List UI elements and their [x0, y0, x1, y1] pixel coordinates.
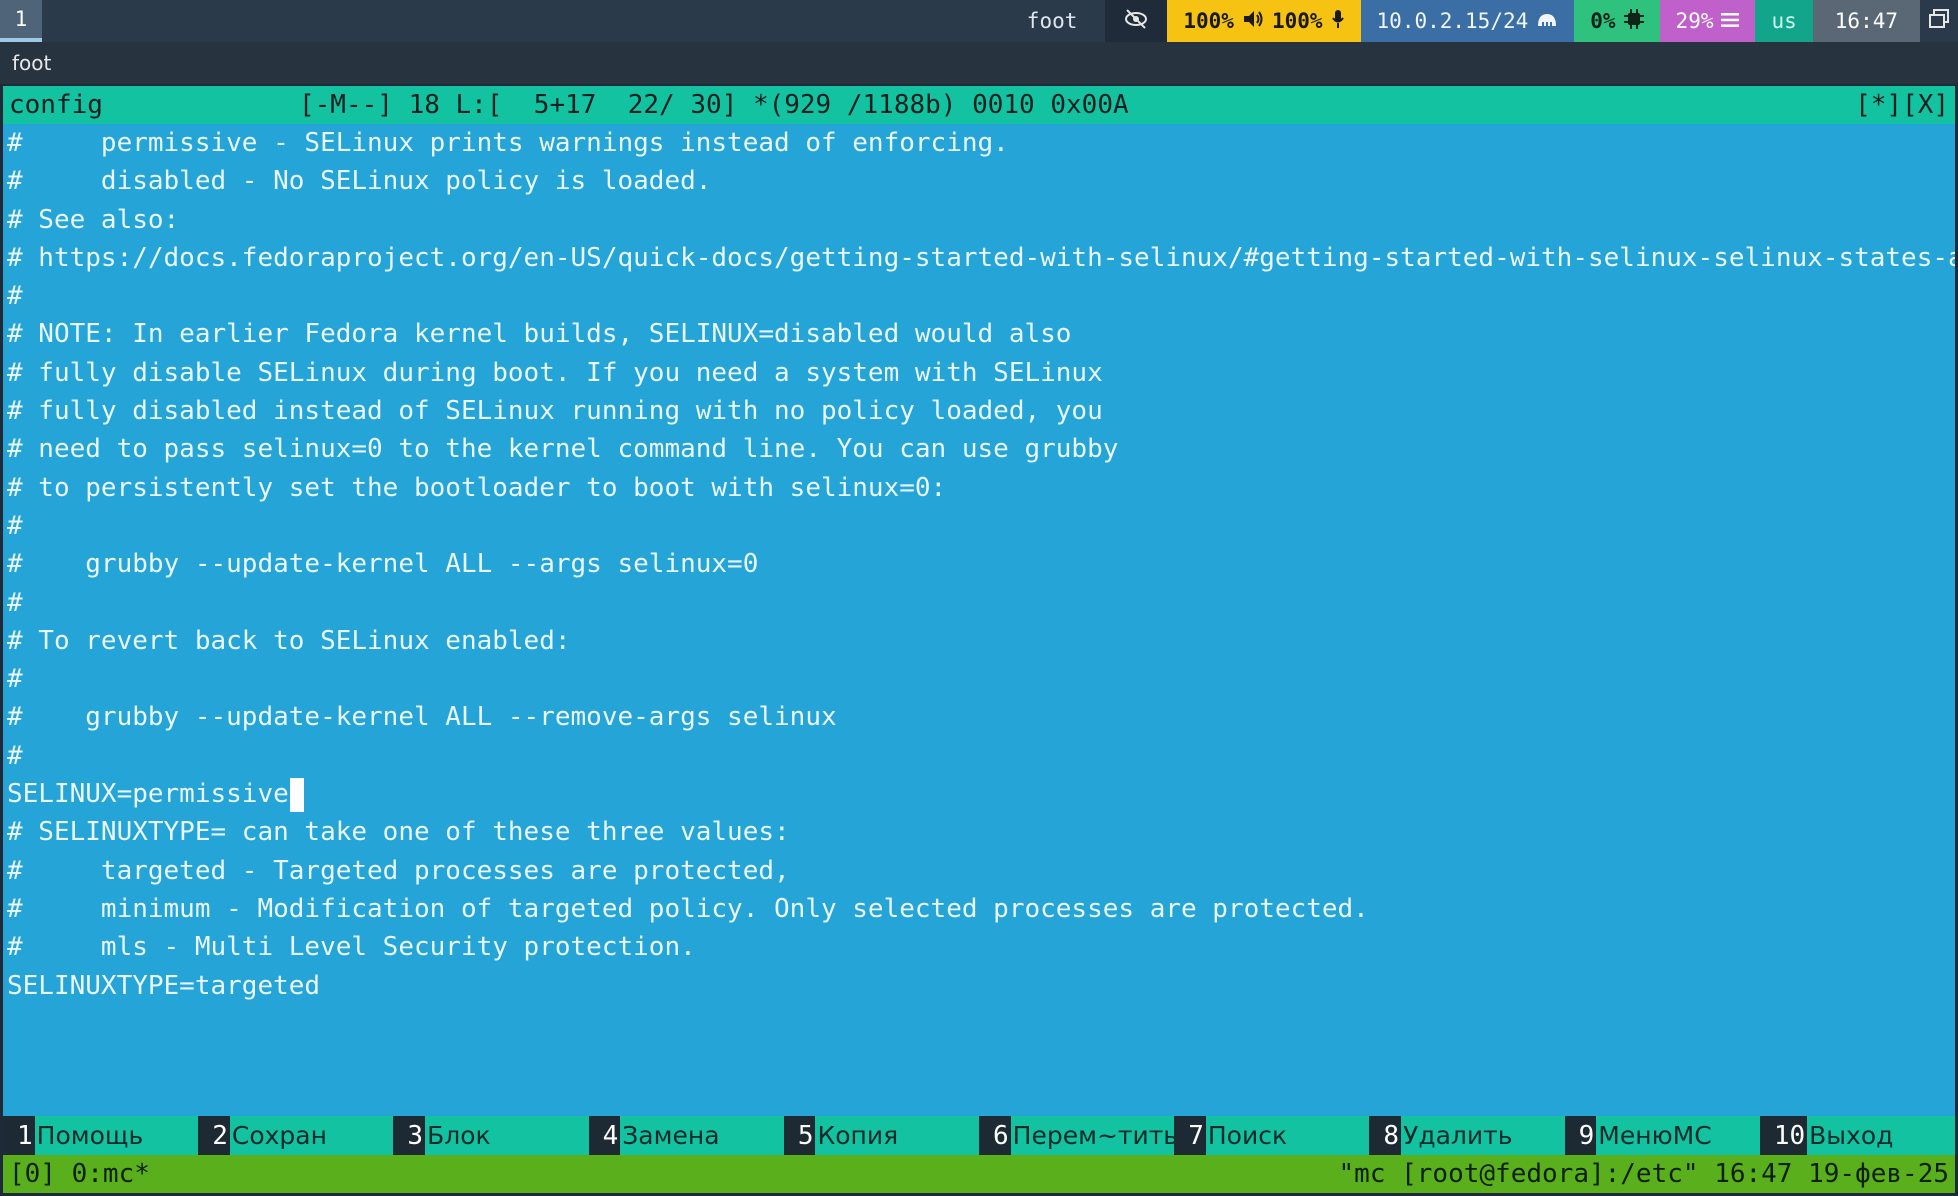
workspace-button[interactable]: 1	[0, 0, 42, 42]
editor-text-area[interactable]: # permissive - SELinux prints warnings i…	[7, 124, 1955, 1124]
clock[interactable]: 16:47	[1812, 0, 1920, 42]
mic-level: 100%	[1271, 9, 1323, 33]
f9-menu-button[interactable]: 9 МенюMC	[1564, 1116, 1760, 1155]
memory-bars-icon	[1721, 9, 1740, 33]
terminal[interactable]: config [-M--] 18 L:[ 5+17 22/ 30] *(929 …	[3, 86, 1955, 1193]
fkey-number: 8	[1369, 1116, 1402, 1155]
fkey-label: Удалить	[1403, 1121, 1513, 1150]
fkey-number: 10	[1759, 1116, 1808, 1155]
audio-block[interactable]: 100% 100%	[1167, 0, 1361, 42]
keyboard-layout[interactable]: us	[1755, 0, 1813, 42]
editor-line[interactable]: # fully disable SELinux during boot. If …	[7, 354, 1955, 392]
speaker-icon	[1242, 9, 1264, 34]
cpu-usage: 0%	[1590, 9, 1616, 33]
fkey-number: 5	[783, 1116, 816, 1155]
editor-line[interactable]: # mls - Multi Level Security protection.	[7, 928, 1955, 966]
editor-line[interactable]: # targeted - Targeted processes are prot…	[7, 852, 1955, 890]
editor-line[interactable]: # disabled - No SELinux policy is loaded…	[7, 162, 1955, 200]
editor-filename: config	[9, 90, 103, 120]
keyboard-layout-text: us	[1771, 9, 1797, 33]
bar-spacer	[42, 0, 999, 42]
privacy-indicator[interactable]	[1105, 0, 1168, 42]
fkey-number: 2	[198, 1116, 230, 1155]
fkey-label: Блок	[427, 1121, 491, 1150]
f4-replace-button[interactable]: 4 Замена	[588, 1116, 784, 1155]
eye-slash-icon	[1123, 8, 1149, 35]
editor-line[interactable]: # grubby --update-kernel ALL --args seli…	[7, 545, 1955, 583]
volume-level: 100%	[1183, 9, 1234, 33]
editor-line[interactable]: # fully disabled instead of SELinux runn…	[7, 392, 1955, 430]
terminal-window-title: foot	[0, 42, 1958, 84]
fkey-label: Перем~тить	[1012, 1121, 1175, 1150]
f3-block-button[interactable]: 3 Блок	[393, 1116, 588, 1155]
editor-line[interactable]: # need to pass selinux=0 to the kernel c…	[7, 430, 1955, 468]
workspace-number: 1	[14, 7, 28, 31]
terminal-title-text: foot	[12, 51, 52, 75]
f7-search-button[interactable]: 7 Поиск	[1174, 1116, 1369, 1155]
f10-exit-button[interactable]: 10 Выход	[1759, 1116, 1955, 1155]
editor-line[interactable]: SELINUXTYPE=targeted	[7, 967, 1955, 1005]
ip-address: 10.0.2.15/24	[1376, 9, 1529, 33]
top-bar: 1 foot 100% 100% 10.0.2.15/24 0% 29% us	[0, 0, 1958, 42]
editor-line[interactable]: #	[7, 737, 1955, 775]
editor-line[interactable]: # permissive - SELinux prints warnings i…	[7, 124, 1955, 162]
f2-save-button[interactable]: 2 Сохран	[198, 1116, 393, 1155]
editor-line[interactable]: # To revert back to SELinux enabled:	[7, 622, 1955, 660]
editor-line[interactable]: # to persistently set the bootloader to …	[7, 469, 1955, 507]
editor-line[interactable]: #	[7, 277, 1955, 315]
editor-line[interactable]: #	[7, 660, 1955, 698]
tmux-status-bar: [0] 0:mc* "mc [root@fedora]:/etc" 16:47 …	[3, 1155, 1955, 1193]
fkey-number: 1	[3, 1116, 35, 1155]
ethernet-icon	[1536, 9, 1558, 33]
editor-position-info: [-M--] 18 L:[ 5+17 22/ 30] *(929 /1188b)…	[299, 90, 1129, 120]
window-stack-icon	[1928, 8, 1950, 34]
clock-text: 16:47	[1834, 9, 1898, 33]
fkey-number: 4	[588, 1116, 621, 1155]
editor-line[interactable]: #	[7, 507, 1955, 545]
fkey-label: Помощь	[36, 1121, 144, 1150]
f8-delete-button[interactable]: 8 Удалить	[1369, 1116, 1564, 1155]
window-title-text: foot	[1026, 9, 1078, 33]
editor-status-line: config [-M--] 18 L:[ 5+17 22/ 30] *(929 …	[3, 86, 1955, 124]
fkey-number: 9	[1564, 1116, 1597, 1155]
fkey-number: 7	[1174, 1116, 1206, 1155]
tmux-status-right: "mc [root@fedora]:/etc" 16:47 19-фев-25	[1338, 1159, 1949, 1189]
fkey-label: МенюMC	[1598, 1121, 1712, 1150]
editor-line[interactable]: # NOTE: In earlier Fedora kernel builds,…	[7, 315, 1955, 353]
f6-move-button[interactable]: 6 Перем~тить	[979, 1116, 1174, 1155]
fkey-label: Копия	[817, 1121, 899, 1150]
bar-window-title: foot	[999, 0, 1106, 42]
tmux-window-list[interactable]: [0] 0:mc*	[9, 1159, 1339, 1189]
editor-line[interactable]: # https://docs.fedoraproject.org/en-US/q…	[7, 239, 1955, 277]
fkey-number: 6	[979, 1116, 1011, 1155]
network-block[interactable]: 10.0.2.15/24	[1360, 0, 1575, 42]
f1-help-button[interactable]: 1 Помощь	[3, 1116, 198, 1155]
editor-line-text: SELINUX=permissive	[7, 779, 289, 810]
editor-line[interactable]: # See also:	[7, 201, 1955, 239]
editor-line[interactable]: #	[7, 584, 1955, 622]
fkey-label: Поиск	[1207, 1121, 1288, 1150]
memory-block[interactable]: 29%	[1659, 0, 1756, 42]
fkey-label: Замена	[622, 1121, 720, 1150]
cpu-block[interactable]: 0%	[1574, 0, 1660, 42]
editor-line[interactable]: # minimum - Modification of targeted pol…	[7, 890, 1955, 928]
fkey-number: 3	[393, 1116, 426, 1155]
function-key-bar: 1 Помощь 2 Сохран 3 Блок 4 Замена 5 Копия 6 Пе…	[3, 1116, 1955, 1155]
text-cursor	[289, 777, 304, 812]
cpu-chip-icon	[1623, 8, 1644, 34]
editor-line[interactable]: # SELINUXTYPE= can take one of these thr…	[7, 813, 1955, 851]
fkey-label: Сохран	[231, 1121, 327, 1150]
microphone-icon	[1331, 9, 1345, 34]
window-switcher[interactable]	[1920, 0, 1958, 42]
editor-line[interactable]: # grubby --update-kernel ALL --remove-ar…	[7, 698, 1955, 736]
editor-flags[interactable]: [*][X]	[1855, 90, 1949, 120]
editor-current-line[interactable]: SELINUX=permissive	[7, 775, 1955, 813]
f5-copy-button[interactable]: 5 Копия	[783, 1116, 979, 1155]
memory-usage: 29%	[1675, 9, 1714, 33]
fkey-label: Выход	[1809, 1121, 1894, 1150]
